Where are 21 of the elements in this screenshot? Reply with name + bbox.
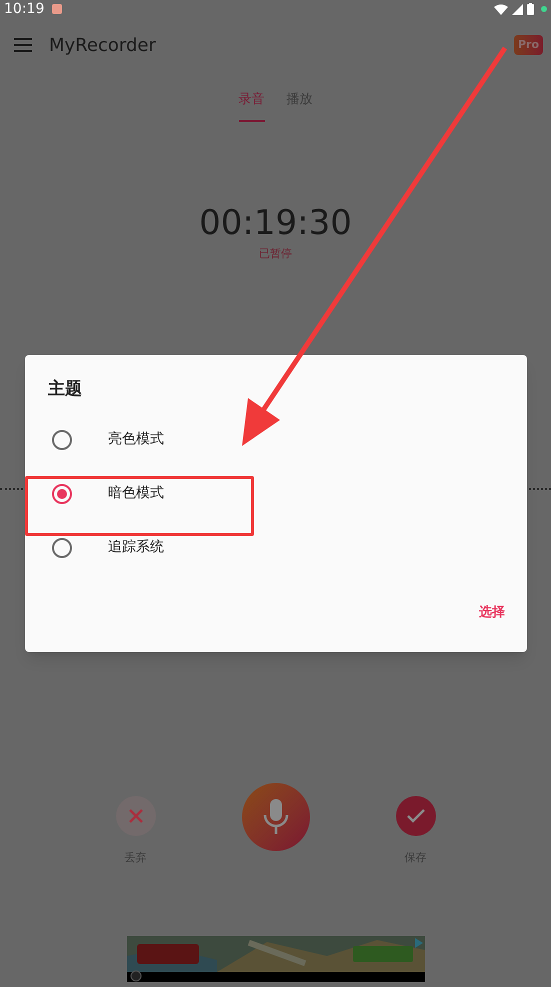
close-icon (128, 809, 142, 823)
menu-icon[interactable] (14, 38, 32, 52)
option-label[interactable]: 暗色模式 (108, 483, 164, 504)
option-label[interactable]: 追踪系统 (108, 537, 164, 558)
dialog-title: 主题 (48, 378, 83, 401)
battery-icon (527, 3, 534, 15)
microphone-icon (262, 799, 288, 835)
option-label[interactable]: 亮色模式 (108, 429, 164, 450)
radio-button[interactable] (52, 538, 72, 558)
timer-status: 已暂停 (259, 246, 292, 262)
status-time: 10:19 (4, 0, 44, 18)
radio-button[interactable] (52, 430, 72, 450)
app-title: MyRecorder (49, 34, 156, 58)
wifi-icon (494, 4, 508, 14)
select-button[interactable]: 选择 (479, 602, 505, 622)
save-button[interactable] (396, 796, 436, 836)
signal-icon (512, 4, 523, 14)
notification-icon (52, 4, 62, 14)
check-icon (406, 809, 424, 823)
timer-text: 00:19:30 (199, 206, 352, 240)
radio-button[interactable] (52, 484, 72, 504)
